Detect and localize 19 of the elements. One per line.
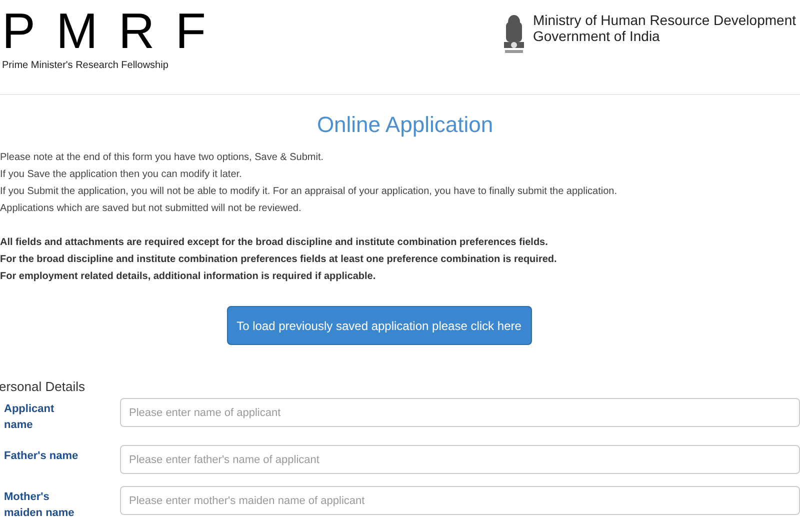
logo-subtitle: Prime Minister's Research Fellowship (2, 59, 170, 73)
text-input-field[interactable]: Please enter name of applicant (120, 398, 800, 427)
ministry-name: Ministry of Human Resource Development (533, 12, 796, 28)
requirement-line: For employment related details, additional information is required if applicable. (0, 270, 377, 284)
note-line: If you Save the application then you can modify it later. (0, 168, 243, 182)
requirement-line: For the broad discipline and institute combination preferences fields at least one preference combination is required. (0, 253, 558, 267)
note-line: Applications which are saved but not submitted will not be reviewed. (0, 202, 302, 216)
requirement-line: All fields and attachments are required except for the broad discipline and institute combination preferences fields. (0, 236, 549, 250)
note-line: If you Submit the application, you will not be able to modify it. For an appraisal of your application, you have to finally submit the application. (0, 185, 618, 199)
load-application-button[interactable]: To load previously saved application please click here (226, 306, 532, 345)
government-name: Government of India (533, 28, 661, 44)
field-label: Father's name (3, 449, 80, 464)
text-input-field[interactable]: Please enter mother's maiden name of applicant (120, 486, 800, 515)
note-line: Please note at the end of this form you have two options, Save & Submit. (0, 151, 325, 165)
field-label: Mother's maiden name (3, 490, 76, 517)
text-input-field[interactable]: Please enter father's name of applicant (120, 445, 800, 474)
logo-letters: P M R F (2, 8, 205, 54)
page-title: Online Application (316, 111, 494, 139)
field-label: Applicant name (3, 402, 56, 433)
